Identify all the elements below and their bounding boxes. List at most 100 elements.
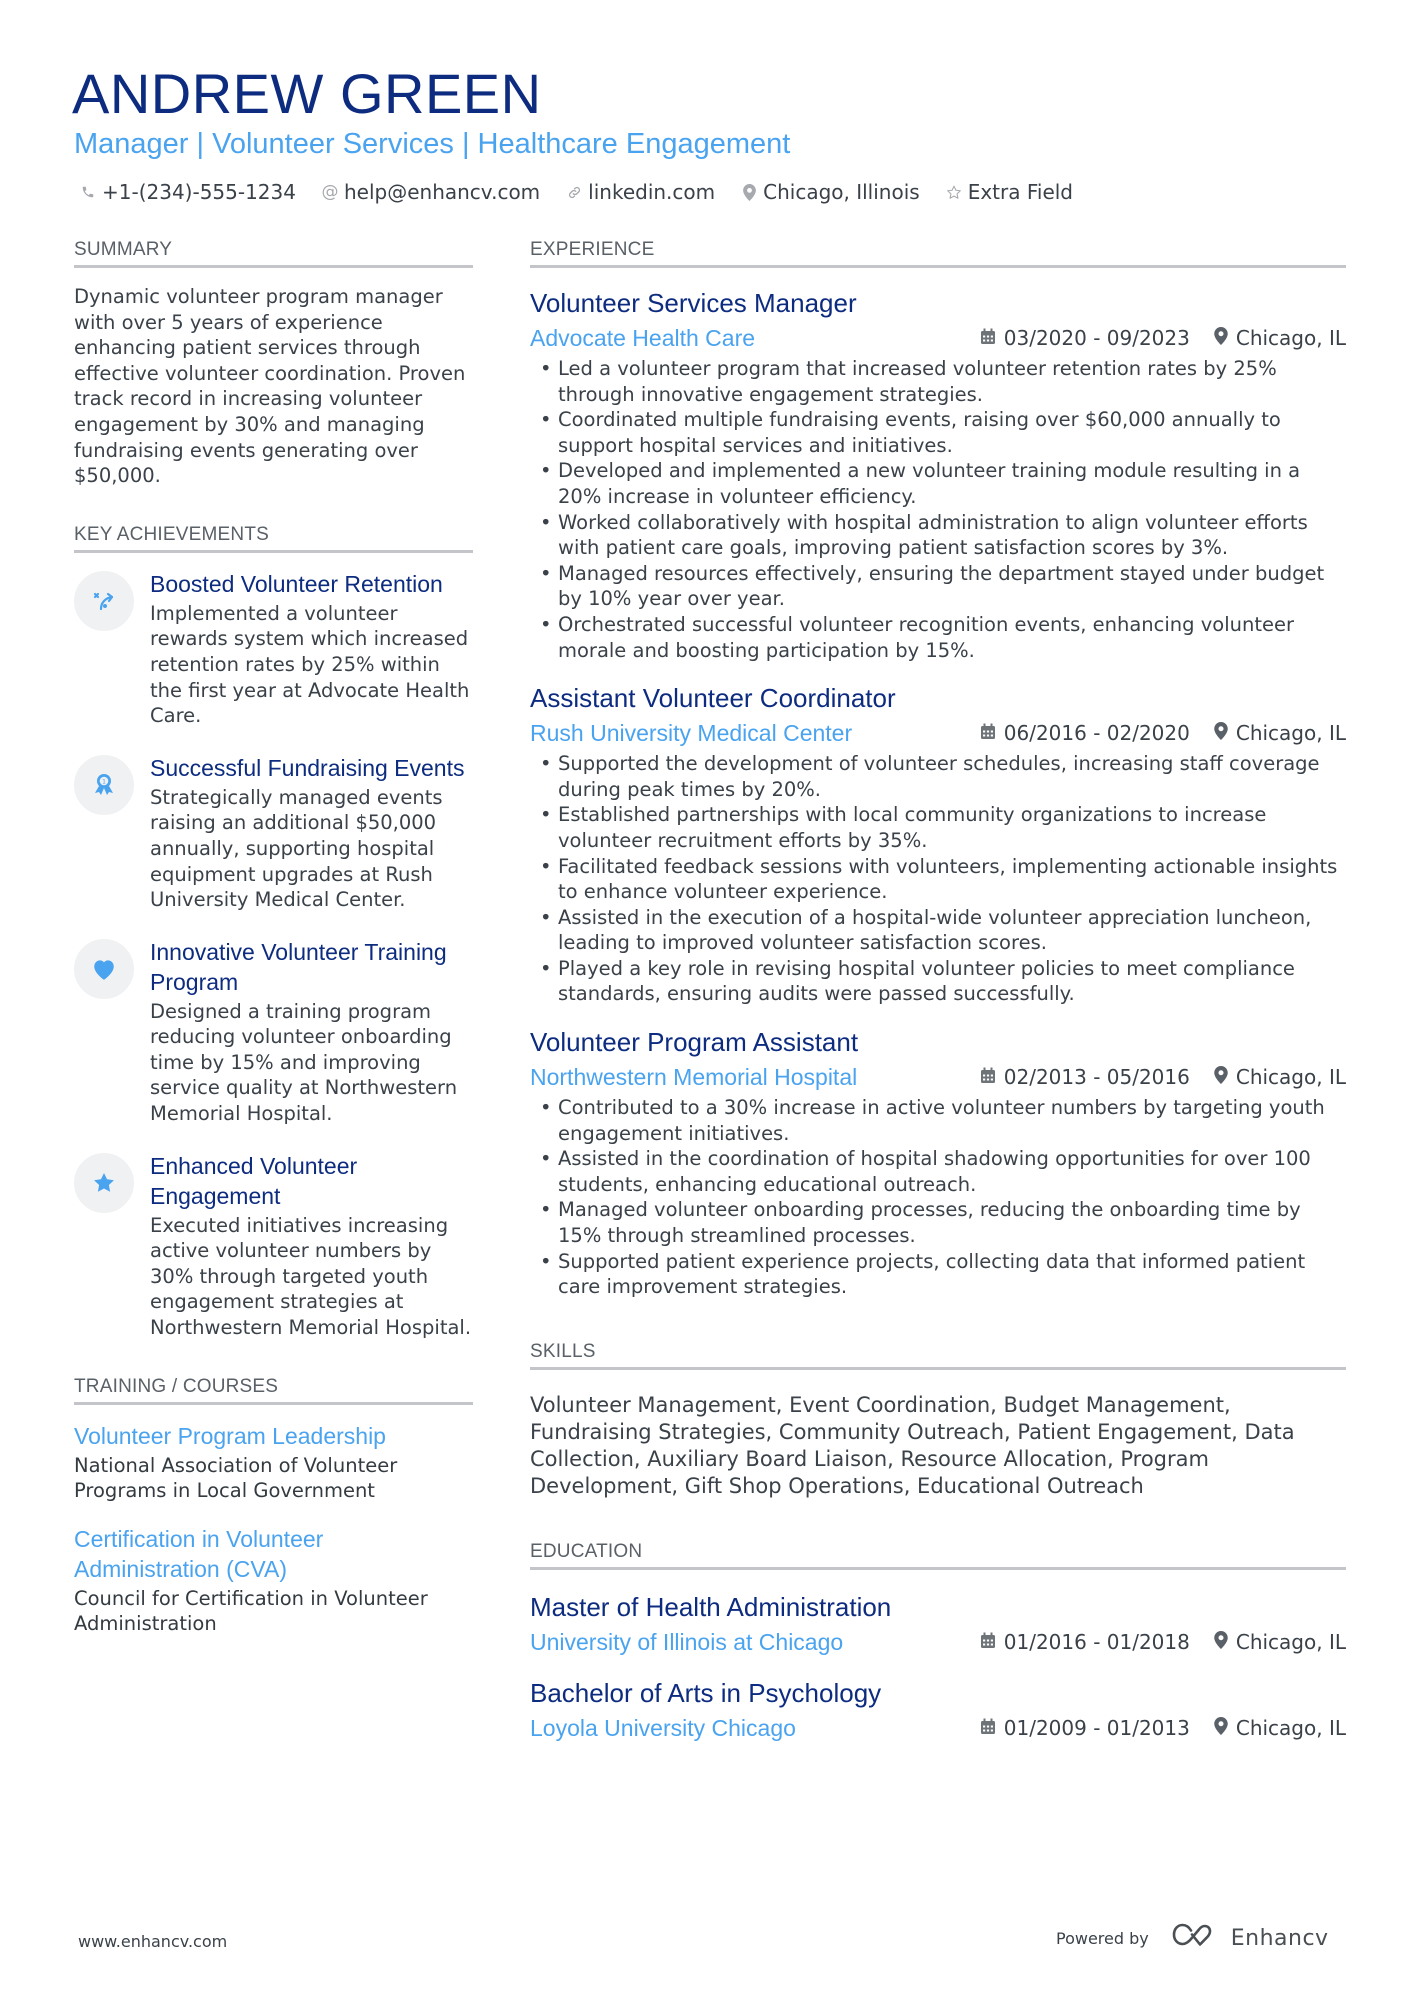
course-title: Volunteer Program Leadership bbox=[74, 1422, 386, 1449]
achievement-title: Successful Fundraising Events bbox=[150, 754, 465, 781]
calendar-icon bbox=[980, 1630, 996, 1654]
location-pin-icon bbox=[1214, 721, 1228, 745]
education-location: Chicago, IL bbox=[1235, 1715, 1346, 1740]
left-column: SUMMARY Dynamic volunteer program manage… bbox=[74, 238, 473, 1671]
bullet-item: Facilitated feedback sessions with volun… bbox=[530, 854, 1346, 905]
bullet-item: Coordinated multiple fundraising events,… bbox=[530, 407, 1346, 458]
at-icon: @ bbox=[321, 182, 339, 202]
contact-phone-text: +1-(234)-555-1234 bbox=[102, 180, 296, 204]
brand-name: Enhancv bbox=[1230, 1925, 1329, 1951]
job-bullets: Contributed to a 30% increase in active … bbox=[530, 1095, 1346, 1300]
summary-text: Dynamic volunteer program manager with o… bbox=[74, 285, 466, 488]
contact-email[interactable]: @ help@enhancv.com bbox=[321, 178, 541, 206]
education-dates: 01/2009 - 01/2013 bbox=[1003, 1715, 1190, 1740]
bullet-item: Led a volunteer program that increased v… bbox=[530, 356, 1346, 407]
section-heading-summary: SUMMARY bbox=[74, 238, 473, 268]
achievement-desc: Executed initiatives increasing active v… bbox=[150, 1213, 472, 1340]
calendar-icon bbox=[980, 721, 996, 745]
achievement-desc: Designed a training program reducing vol… bbox=[150, 999, 458, 1126]
education-location: Chicago, IL bbox=[1235, 1629, 1346, 1654]
calendar-icon bbox=[980, 326, 996, 350]
star-icon bbox=[74, 1152, 134, 1213]
bullet-item: Managed resources effectively, ensuring … bbox=[530, 561, 1346, 612]
contact-extra: Extra Field bbox=[946, 178, 1073, 206]
section-heading-achievements: KEY ACHIEVEMENTS bbox=[74, 523, 473, 553]
course-provider: Council for Certification in Volunteer A… bbox=[74, 1586, 428, 1636]
degree-title: Bachelor of Arts in Psychology bbox=[530, 1677, 882, 1708]
education-dates: 01/2016 - 01/2018 bbox=[1003, 1629, 1190, 1654]
section-heading-skills: SKILLS bbox=[530, 1340, 1346, 1370]
achievement-item: Boosted Volunteer Retention Implemented … bbox=[74, 569, 473, 729]
achievements-section: KEY ACHIEVEMENTS Boosted Volunteer Reten… bbox=[74, 523, 473, 1341]
achievement-item: Enhanced Volunteer Engagement Executed i… bbox=[74, 1151, 473, 1341]
award-ribbon-icon: 1 bbox=[74, 754, 134, 815]
contact-phone[interactable]: +1-(234)-555-1234 bbox=[80, 178, 296, 206]
achievement-title: Enhanced Volunteer Engagement bbox=[150, 1152, 358, 1209]
footer-branding: Powered by Enhancv bbox=[1056, 1922, 1329, 1954]
bullet-item: Played a key role in revising hospital v… bbox=[530, 956, 1346, 1007]
education-entry: Master of Health Administration Universi… bbox=[530, 1590, 1346, 1658]
achievement-item: 1 Successful Fundraising Events Strategi… bbox=[74, 753, 473, 913]
phone-icon bbox=[80, 185, 96, 199]
company-name: Rush University Medical Center bbox=[530, 720, 853, 747]
calendar-icon bbox=[980, 1065, 996, 1089]
location-pin-icon bbox=[1214, 1065, 1228, 1089]
course-item: Certification in Volunteer Administratio… bbox=[74, 1524, 473, 1637]
location-pin-icon bbox=[1214, 1716, 1228, 1740]
education-section: EDUCATION Master of Health Administratio… bbox=[530, 1540, 1346, 1744]
achievement-desc: Implemented a volunteer rewards system w… bbox=[150, 601, 470, 728]
course-item: Volunteer Program Leadership National As… bbox=[74, 1421, 473, 1504]
heart-icon bbox=[74, 938, 134, 999]
calendar-icon bbox=[980, 1716, 996, 1740]
powered-by-label: Powered by bbox=[1056, 1928, 1149, 1948]
bullet-item: Supported the development of volunteer s… bbox=[530, 751, 1346, 802]
course-provider: National Association of Volunteer Progra… bbox=[74, 1453, 398, 1503]
route-arrow-icon bbox=[74, 570, 134, 631]
job-dates: 06/2016 - 02/2020 bbox=[1003, 721, 1190, 746]
candidate-name: ANDREW GREEN bbox=[72, 62, 542, 125]
bullet-item: Developed and implemented a new voluntee… bbox=[530, 458, 1346, 509]
achievement-title: Boosted Volunteer Retention bbox=[150, 570, 443, 597]
bullet-item: Supported patient experience projects, c… bbox=[530, 1249, 1346, 1300]
bullet-item: Worked collaboratively with hospital adm… bbox=[530, 510, 1346, 561]
right-column: EXPERIENCE Volunteer Services Manager Ad… bbox=[530, 238, 1346, 1778]
star-outline-icon bbox=[946, 184, 962, 201]
job-bullets: Led a volunteer program that increased v… bbox=[530, 356, 1346, 663]
bullet-item: Assisted in the coordination of hospital… bbox=[530, 1146, 1346, 1197]
section-heading-experience: EXPERIENCE bbox=[530, 238, 1346, 268]
job-location: Chicago, IL bbox=[1235, 721, 1346, 746]
section-heading-training: TRAINING / COURSES bbox=[74, 1375, 473, 1405]
bullet-item: Contributed to a 30% increase in active … bbox=[530, 1095, 1346, 1146]
summary-section: SUMMARY Dynamic volunteer program manage… bbox=[74, 238, 473, 489]
bullet-item: Established partnerships with local comm… bbox=[530, 802, 1346, 853]
achievement-item: Innovative Volunteer Training Program De… bbox=[74, 937, 473, 1127]
training-section: TRAINING / COURSES Volunteer Program Lea… bbox=[74, 1375, 473, 1637]
location-pin-icon bbox=[1214, 1630, 1228, 1654]
experience-entry: Volunteer Program Assistant Northwestern… bbox=[530, 1025, 1346, 1300]
contact-bar: +1-(234)-555-1234 @ help@enhancv.com lin… bbox=[80, 178, 1073, 206]
achievement-title: Innovative Volunteer Training Program bbox=[150, 938, 447, 995]
course-title: Certification in Volunteer Administratio… bbox=[74, 1525, 324, 1582]
job-title: Volunteer Services Manager bbox=[530, 288, 857, 318]
job-title: Assistant Volunteer Coordinator bbox=[530, 683, 896, 714]
link-icon bbox=[566, 185, 582, 200]
job-location: Chicago, IL bbox=[1235, 326, 1346, 350]
contact-linkedin[interactable]: linkedin.com bbox=[566, 178, 715, 206]
location-pin-icon bbox=[741, 183, 757, 201]
job-dates: 02/2013 - 05/2016 bbox=[1003, 1065, 1190, 1090]
location-pin-icon bbox=[1214, 326, 1228, 350]
svg-text:1: 1 bbox=[102, 778, 106, 785]
contact-location-text: Chicago, Illinois bbox=[763, 180, 920, 204]
degree-title: Master of Health Administration bbox=[530, 1591, 892, 1622]
bullet-item: Assisted in the execution of a hospital-… bbox=[530, 905, 1346, 956]
company-name: Northwestern Memorial Hospital bbox=[530, 1064, 858, 1091]
footer-website-link[interactable]: www.enhancv.com bbox=[78, 1932, 227, 1951]
school-name: University of Illinois at Chicago bbox=[530, 1628, 844, 1655]
achievement-desc: Strategically managed events raising an … bbox=[150, 785, 443, 912]
brand-logo[interactable]: Enhancv bbox=[1171, 1922, 1329, 1954]
bullet-item: Orchestrated successful volunteer recogn… bbox=[530, 612, 1346, 663]
skills-section: SKILLS Volunteer Management, Event Coord… bbox=[530, 1340, 1346, 1500]
school-name: Loyola University Chicago bbox=[530, 1714, 796, 1741]
job-title: Volunteer Program Assistant bbox=[530, 1027, 859, 1058]
contact-email-text: help@enhancv.com bbox=[343, 180, 541, 204]
